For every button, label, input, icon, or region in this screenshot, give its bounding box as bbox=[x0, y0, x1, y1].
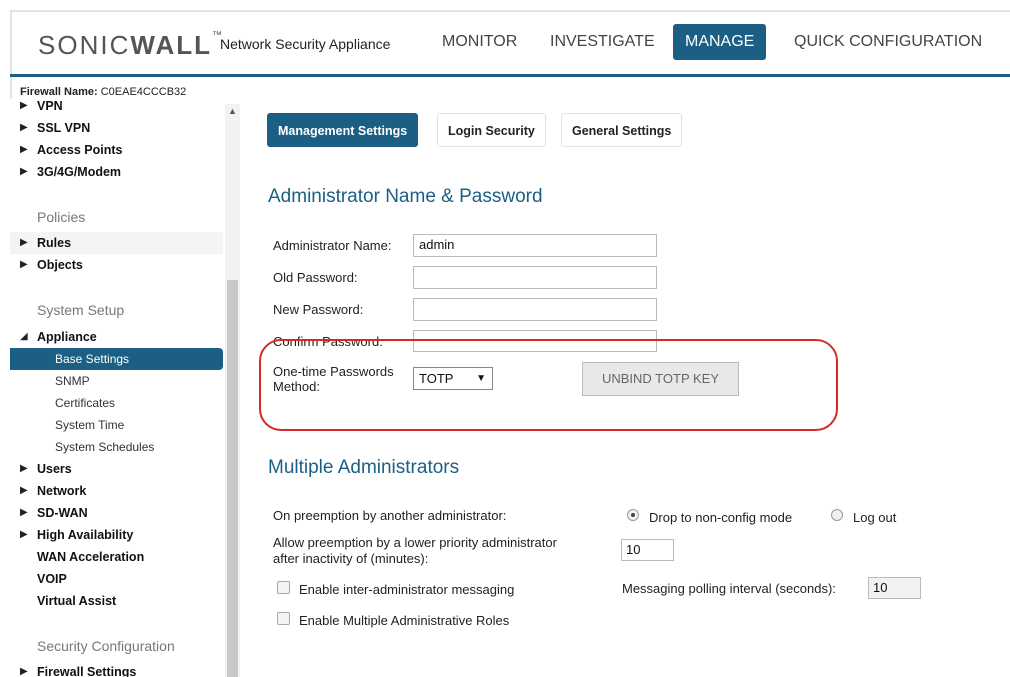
chevron-right-icon: ▶ bbox=[20, 122, 28, 133]
sidebar-section-security-configuration: Security Configuration bbox=[37, 638, 175, 654]
sidebar-item-ssl-vpn[interactable]: ▶ SSL VPN bbox=[10, 117, 223, 139]
sidebar-item-network[interactable]: ▶ Network bbox=[10, 480, 223, 502]
product-subtitle: Network Security Appliance bbox=[220, 36, 391, 52]
chevron-right-icon: ▶ bbox=[20, 100, 28, 111]
radio-log-out[interactable] bbox=[831, 509, 843, 521]
sidebar-item-vpn[interactable]: ▶ VPN bbox=[10, 99, 223, 117]
admin-name-input[interactable]: admin bbox=[413, 234, 657, 257]
sidebar-item-voip[interactable]: VOIP bbox=[10, 568, 223, 590]
multi-admin-section-title: Multiple Administrators bbox=[268, 457, 460, 478]
new-password-label: New Password: bbox=[273, 302, 364, 317]
tab-management-settings[interactable]: Management Settings bbox=[267, 113, 419, 147]
sidebar-item-wan-acceleration[interactable]: WAN Acceleration bbox=[10, 546, 223, 568]
scroll-up-arrow-icon[interactable]: ▲ bbox=[228, 106, 237, 116]
tab-login-security[interactable]: Login Security bbox=[437, 113, 546, 147]
chevron-right-icon: ▶ bbox=[20, 259, 28, 270]
radio-drop-to-non-config[interactable] bbox=[627, 509, 639, 521]
old-password-label: Old Password: bbox=[273, 270, 358, 285]
sidebar: ▶ VPN ▶ SSL VPN ▶ Access Points ▶ 3G/4G/Mode… bbox=[10, 99, 240, 677]
multiple-roles-checkbox[interactable] bbox=[277, 612, 290, 625]
sidebar-section-policies: Policies bbox=[37, 209, 86, 225]
radio-logout-label: Log out bbox=[853, 510, 897, 525]
preemption-label: On preemption by another administrator: bbox=[273, 508, 507, 523]
sidebar-item-users[interactable]: ▶ Users bbox=[10, 458, 223, 480]
sidebar-item-snmp[interactable]: SNMP bbox=[10, 370, 223, 392]
inactivity-minutes-input[interactable]: 10 bbox=[621, 539, 674, 561]
allow-preemption-label: Allow preemption by a lower priority adm… bbox=[273, 535, 557, 566]
sidebar-item-sd-wan[interactable]: ▶ SD-WAN bbox=[10, 502, 223, 524]
polling-interval-input[interactable]: 10 bbox=[868, 577, 921, 599]
sidebar-item-base-settings[interactable]: Base Settings bbox=[10, 348, 223, 370]
red-highlight-annotation bbox=[259, 339, 838, 431]
sidebar-item-system-schedules[interactable]: System Schedules bbox=[10, 436, 223, 458]
sidebar-item-rules[interactable]: ▶ Rules bbox=[10, 232, 223, 254]
admin-section-title: Administrator Name & Password bbox=[268, 186, 543, 207]
inter-admin-messaging-checkbox[interactable] bbox=[277, 581, 290, 594]
sidebar-section-system-setup: System Setup bbox=[37, 302, 125, 318]
chevron-right-icon: ▶ bbox=[20, 507, 28, 518]
radio-drop-label: Drop to non-config mode bbox=[649, 510, 793, 525]
nav-monitor[interactable]: MONITOR bbox=[430, 24, 529, 60]
sidebar-item-appliance[interactable]: ◢ Appliance bbox=[10, 326, 223, 348]
nav-quick-configuration[interactable]: QUICK CONFIGURATION bbox=[782, 24, 994, 60]
chevron-right-icon: ▶ bbox=[20, 166, 28, 177]
sidebar-item-certificates[interactable]: Certificates bbox=[10, 392, 223, 414]
chevron-right-icon: ▶ bbox=[20, 666, 28, 677]
chevron-right-icon: ▶ bbox=[20, 144, 28, 155]
new-password-input[interactable] bbox=[413, 298, 657, 321]
app-header: SONICWALL™ Network Security Appliance MO… bbox=[12, 12, 1010, 75]
chevron-right-icon: ▶ bbox=[20, 237, 28, 248]
sidebar-scrollbar-thumb[interactable] bbox=[227, 280, 238, 677]
chevron-down-icon: ◢ bbox=[20, 331, 28, 342]
header-divider bbox=[10, 74, 1010, 77]
sidebar-item-modem[interactable]: ▶ 3G/4G/Modem bbox=[10, 161, 223, 183]
sidebar-item-high-availability[interactable]: ▶ High Availability bbox=[10, 524, 223, 546]
sonicwall-logo: SONICWALL™ bbox=[38, 30, 224, 60]
sidebar-item-virtual-assist[interactable]: Virtual Assist bbox=[10, 590, 223, 612]
tab-general-settings[interactable]: General Settings bbox=[561, 113, 683, 147]
chevron-right-icon: ▶ bbox=[20, 485, 28, 496]
inter-admin-messaging-label: Enable inter-administrator messaging bbox=[299, 582, 515, 597]
nav-investigate[interactable]: INVESTIGATE bbox=[538, 24, 667, 60]
nav-manage[interactable]: MANAGE bbox=[673, 24, 767, 60]
sidebar-item-objects[interactable]: ▶ Objects bbox=[10, 254, 223, 276]
firewall-name: Firewall Name: C0EAE4CCCB32 bbox=[20, 86, 187, 98]
multiple-roles-label: Enable Multiple Administrative Roles bbox=[299, 613, 510, 628]
old-password-input[interactable] bbox=[413, 266, 657, 289]
sidebar-item-access-points[interactable]: ▶ Access Points bbox=[10, 139, 223, 161]
admin-name-label: Administrator Name: bbox=[273, 238, 392, 253]
chevron-right-icon: ▶ bbox=[20, 529, 28, 540]
chevron-right-icon: ▶ bbox=[20, 463, 28, 474]
polling-interval-label: Messaging polling interval (seconds): bbox=[622, 581, 836, 596]
sidebar-item-firewall-settings[interactable]: ▶ Firewall Settings bbox=[10, 661, 223, 677]
sidebar-item-system-time[interactable]: System Time bbox=[10, 414, 223, 436]
